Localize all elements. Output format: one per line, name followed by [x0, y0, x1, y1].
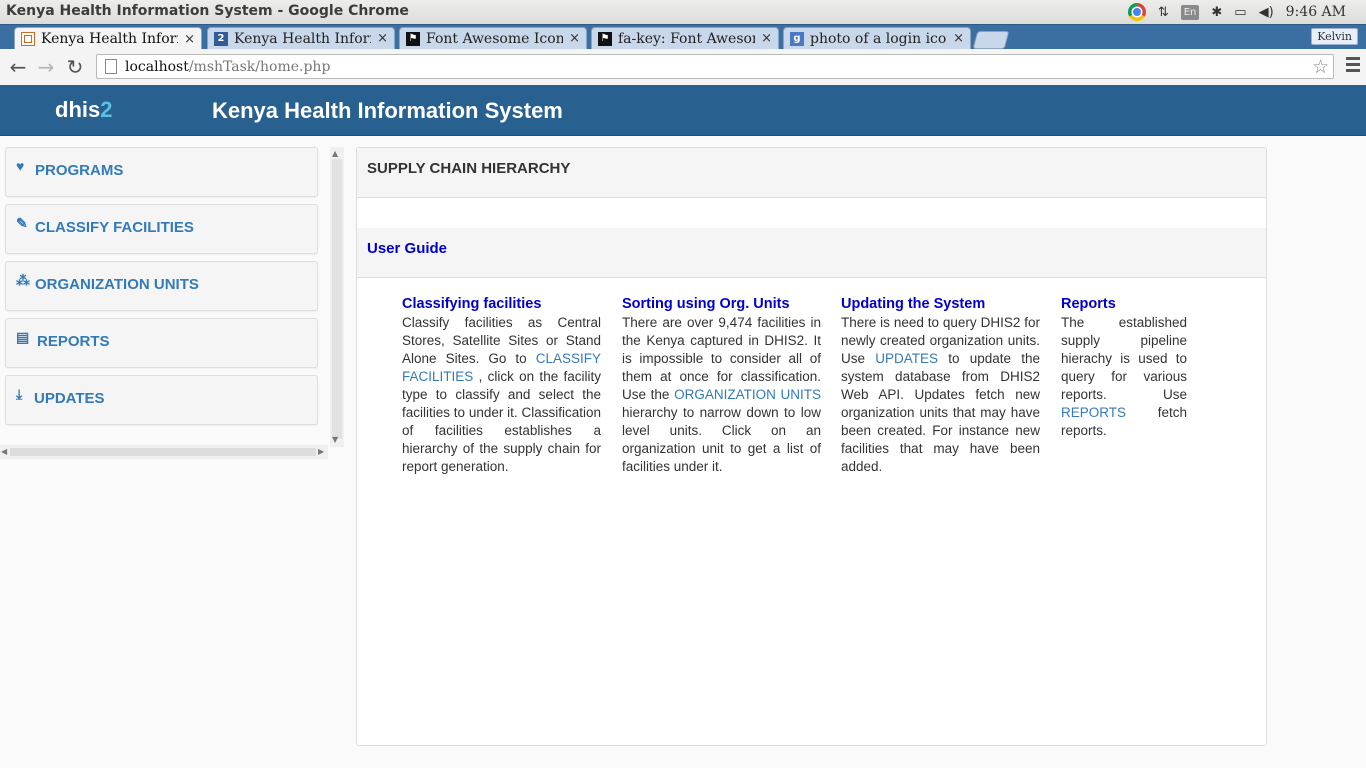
- tab-label: photo of a login icon - G: [810, 30, 947, 47]
- close-icon[interactable]: ×: [377, 31, 388, 46]
- tab-font-awesome-icons[interactable]: ⚑ Font Awesome Icons ×: [399, 27, 587, 49]
- clock[interactable]: 9:46 AM: [1286, 0, 1346, 24]
- heartbeat-icon: ♥: [16, 158, 25, 174]
- sidebar: ♥ PROGRAMS ✎ CLASSIFY FACILITIES ⁂ ORGAN…: [0, 145, 345, 461]
- bluetooth-icon[interactable]: ✱: [1211, 0, 1222, 24]
- tab-kenya-his-2[interactable]: 2 Kenya Health Informatio ×: [207, 27, 395, 49]
- sidebar-item-label: ORGANIZATION UNITS: [35, 276, 199, 293]
- sidebar-item-label: PROGRAMS: [35, 162, 124, 179]
- guide-column-title: Updating the System: [841, 296, 986, 312]
- sidebar-vertical-scrollbar[interactable]: ▲ ▼: [330, 147, 344, 447]
- close-icon[interactable]: ×: [569, 31, 580, 46]
- scroll-up-arrow-icon[interactable]: ▲: [332, 149, 338, 158]
- bookmark-star-icon[interactable]: ☆: [1312, 56, 1329, 78]
- scrollbar-thumb[interactable]: [332, 159, 342, 439]
- edit-icon: ✎: [16, 215, 28, 231]
- guide-column-title: Classifying facilities: [402, 296, 542, 312]
- address-bar[interactable]: localhost /mshTask/home.php ☆: [96, 54, 1334, 79]
- battery-icon[interactable]: ▭: [1234, 0, 1246, 24]
- sidebar-item-reports[interactable]: ▤ REPORTS: [5, 318, 318, 368]
- scroll-down-arrow-icon[interactable]: ▼: [332, 435, 338, 444]
- sidebar-horizontal-scrollbar[interactable]: ◀ ▶: [0, 445, 328, 459]
- back-arrow-icon[interactable]: ←: [6, 55, 30, 79]
- dhis-icon: [21, 32, 35, 46]
- scroll-right-arrow-icon[interactable]: ▶: [318, 447, 324, 456]
- url-host: localhost: [125, 58, 189, 75]
- forward-arrow-icon[interactable]: →: [34, 55, 58, 79]
- keyboard-layout-indicator[interactable]: En: [1180, 0, 1200, 24]
- guide-column-text: Classify facilities as Central Stores, S…: [402, 315, 601, 474]
- close-icon[interactable]: ×: [953, 31, 964, 46]
- page-title: SUPPLY CHAIN HIERARCHY: [357, 148, 1266, 198]
- tab-kenya-his-active[interactable]: Kenya Health Informatio ×: [14, 27, 202, 50]
- profile-button[interactable]: Kelvin: [1311, 28, 1358, 45]
- sidebar-item-updates[interactable]: ⤓ UPDATES: [5, 375, 318, 425]
- page-icon: [105, 59, 117, 74]
- user-guide-heading: User Guide: [357, 228, 1266, 278]
- guide-column-title: Sorting using Org. Units: [622, 296, 790, 312]
- dhis2-logo[interactable]: dhis2: [55, 97, 112, 123]
- tab-label: fa-key: Font Awesome Ic: [618, 30, 755, 47]
- sidebar-item-label: CLASSIFY FACILITIES: [35, 219, 194, 236]
- flag-icon: ⚑: [406, 31, 420, 46]
- chrome-menu-icon[interactable]: [1346, 57, 1360, 75]
- chrome-tray-icon[interactable]: [1127, 0, 1146, 24]
- app-header: dhis2 Kenya Health Information System: [0, 85, 1366, 136]
- tab-label: Font Awesome Icons: [426, 30, 564, 47]
- new-tab-button[interactable]: [972, 31, 1010, 49]
- guide-column-sorting: Sorting using Org. Units There are over …: [622, 295, 821, 476]
- system-tray: ⇅ En ✱ ▭ ◀) 9:46 AM: [1116, 0, 1366, 24]
- window-title: Kenya Health Information System - Google…: [6, 3, 409, 19]
- guide-column-text: The established supply pipeline hierachy…: [1061, 315, 1187, 438]
- sidebar-item-label: UPDATES: [34, 390, 105, 407]
- organization-units-link[interactable]: ORGANIZATION UNITS: [674, 387, 821, 402]
- tab-strip: Kenya Health Informatio × 2 Kenya Health…: [0, 24, 1366, 50]
- guide-column-reports: Reports The established supply pipeline …: [1061, 295, 1187, 440]
- dhis2-icon: 2: [214, 31, 228, 46]
- sitemap-icon: ⁂: [16, 272, 30, 288]
- main-panel: SUPPLY CHAIN HIERARCHY User Guide Classi…: [356, 147, 1267, 746]
- sidebar-item-programs[interactable]: ♥ PROGRAMS: [5, 147, 318, 197]
- newspaper-icon: ▤: [16, 329, 30, 345]
- updates-link[interactable]: UPDATES: [875, 351, 938, 366]
- flag-icon: ⚑: [598, 31, 612, 46]
- browser-toolbar: ← → ↻ localhost /mshTask/home.php ☆: [0, 49, 1366, 86]
- guide-column-text: There are over 9,474 facilities in the K…: [622, 315, 821, 474]
- scroll-left-arrow-icon[interactable]: ◀: [1, 447, 7, 456]
- guide-column-classifying: Classifying facilities Classify faciliti…: [402, 295, 601, 476]
- google-icon: g: [790, 31, 804, 46]
- tab-label: Kenya Health Informatio: [234, 30, 371, 47]
- sidebar-item-organization-units[interactable]: ⁂ ORGANIZATION UNITS: [5, 261, 318, 311]
- scrollbar-thumb[interactable]: [10, 448, 316, 456]
- tab-label: Kenya Health Informatio: [41, 31, 178, 47]
- url-path: /mshTask/home.php: [188, 58, 331, 75]
- app-title: Kenya Health Information System: [212, 98, 563, 123]
- download-icon: ⤓: [16, 386, 23, 402]
- guide-column-updating: Updating the System There is need to que…: [841, 295, 1040, 476]
- close-icon[interactable]: ×: [184, 32, 195, 47]
- os-title-bar: Kenya Health Information System - Google…: [0, 0, 1366, 24]
- tab-google-search[interactable]: g photo of a login icon - G ×: [783, 27, 971, 49]
- tab-fa-key[interactable]: ⚑ fa-key: Font Awesome Ic ×: [591, 27, 779, 49]
- reload-icon[interactable]: ↻: [63, 55, 87, 79]
- sidebar-item-label: REPORTS: [37, 333, 110, 350]
- network-icon[interactable]: ⇅: [1158, 0, 1169, 24]
- guide-column-title: Reports: [1061, 296, 1116, 312]
- guide-column-text: There is need to query DHIS2 for newly c…: [841, 315, 1040, 474]
- close-icon[interactable]: ×: [761, 31, 772, 46]
- sidebar-item-classify-facilities[interactable]: ✎ CLASSIFY FACILITIES: [5, 204, 318, 254]
- volume-icon[interactable]: ◀): [1259, 0, 1274, 24]
- reports-link[interactable]: REPORTS: [1061, 405, 1126, 420]
